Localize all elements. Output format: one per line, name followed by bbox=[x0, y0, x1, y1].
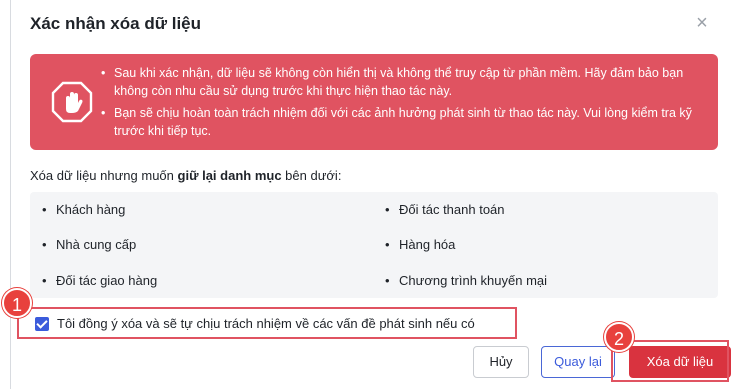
keep-categories-label: Xóa dữ liệu nhưng muốn giữ lại danh mục … bbox=[30, 168, 341, 183]
dialog-title: Xác nhận xóa dữ liệu bbox=[30, 14, 202, 33]
list-item: Chương trình khuyến mại bbox=[385, 273, 547, 288]
keep-categories-list: Khách hàng Đối tác thanh toán Nhà cung c… bbox=[30, 192, 718, 298]
warning-item: Sau khi xác nhận, dữ liệu sẽ không còn h… bbox=[101, 64, 714, 100]
stop-hand-icon bbox=[51, 81, 93, 123]
keep-label-prefix: Xóa dữ liệu nhưng muốn bbox=[30, 168, 178, 183]
cancel-button[interactable]: Hủy bbox=[473, 346, 529, 378]
step-badge-2: 2 bbox=[604, 322, 634, 352]
warning-banner: Sau khi xác nhận, dữ liệu sẽ không còn h… bbox=[30, 54, 718, 150]
list-item: Hàng hóa bbox=[385, 237, 455, 252]
back-button[interactable]: Quay lại bbox=[541, 346, 615, 378]
highlight-consent bbox=[17, 307, 517, 339]
step-badge-1: 1 bbox=[2, 288, 32, 318]
list-item: Đối tác giao hàng bbox=[42, 273, 157, 288]
list-item: Khách hàng bbox=[42, 202, 125, 217]
keep-label-bold: giữ lại danh mục bbox=[177, 168, 282, 183]
keep-label-suffix: bên dưới: bbox=[281, 168, 342, 183]
warning-item: Bạn sẽ chịu hoàn toàn trách nhiệm đối vớ… bbox=[101, 104, 714, 140]
list-item: Nhà cung cấp bbox=[42, 237, 136, 252]
warning-list: Sau khi xác nhận, dữ liệu sẽ không còn h… bbox=[101, 64, 714, 144]
list-item: Đối tác thanh toán bbox=[385, 202, 505, 217]
close-icon[interactable]: × bbox=[691, 12, 713, 34]
